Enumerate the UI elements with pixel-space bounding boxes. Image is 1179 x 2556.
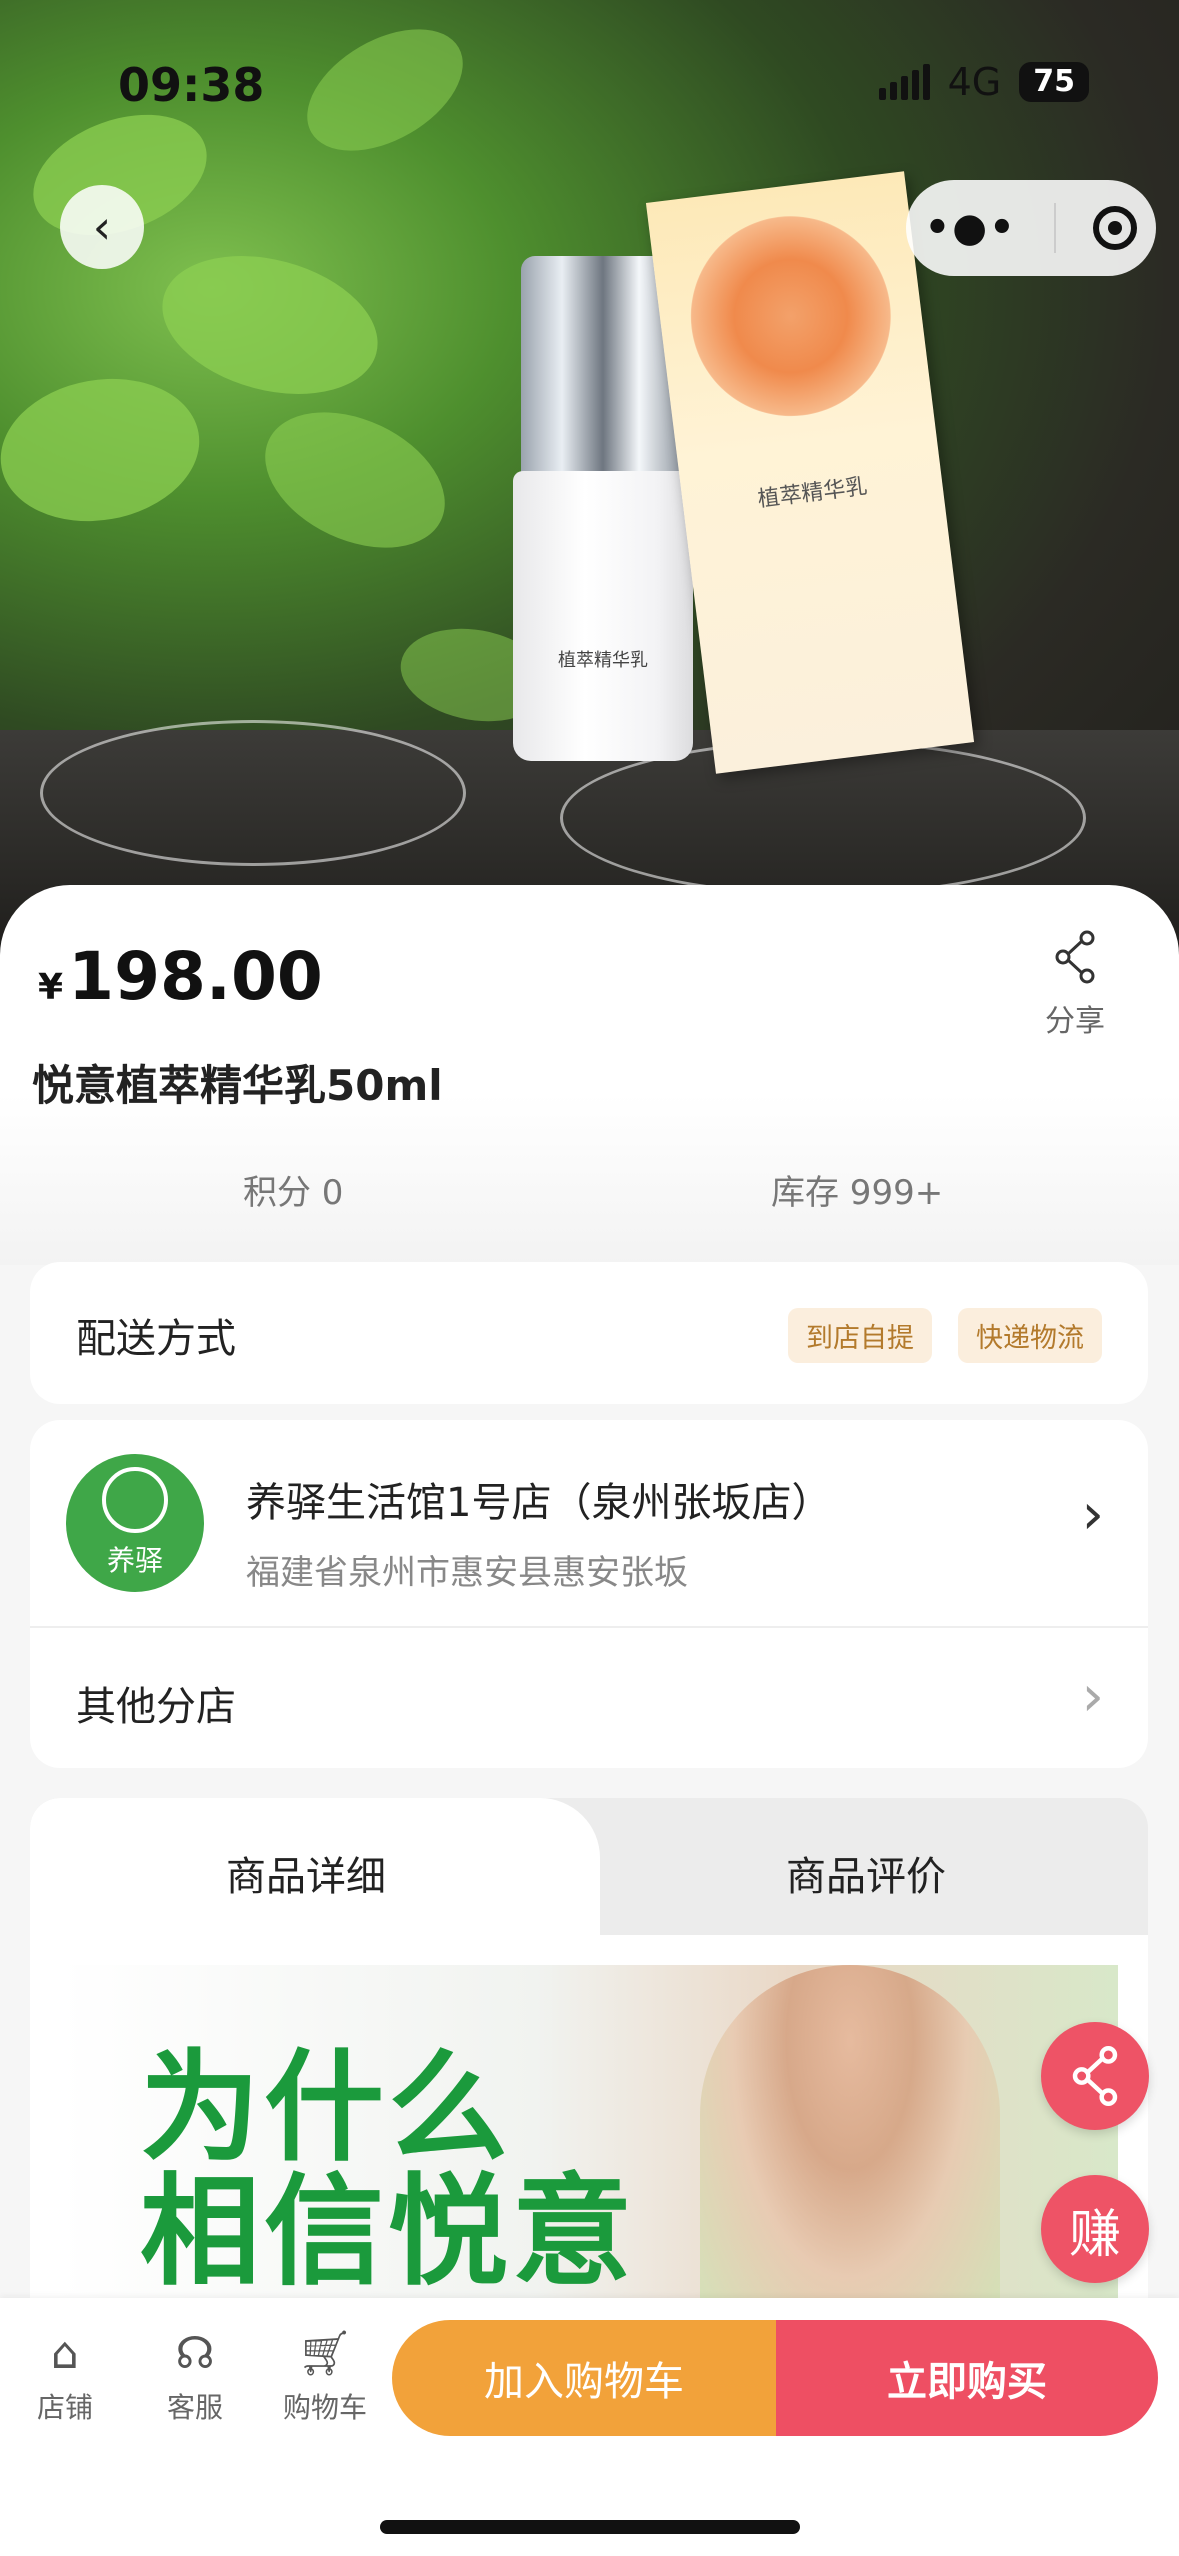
bottom-action-bar: ⌂ 店铺 ☊ 客服 🛒︎ 购物车 加入购物车 立即购买 xyxy=(0,2298,1179,2556)
price-amount: 198.00 xyxy=(68,938,323,1015)
bottle-label-text: 植萃精华乳 xyxy=(558,650,648,671)
cart-icon: 🛒︎ xyxy=(297,2328,353,2379)
water-splash xyxy=(560,740,1086,896)
capsule-divider xyxy=(1054,203,1057,253)
store-card: 养驿 养驿生活馆1号店（泉州张坂店） 福建省泉州市惠安县惠安张坂 › 其他分店 … xyxy=(30,1420,1148,1768)
price: ¥ 198.00 xyxy=(38,938,323,1015)
nav-shop[interactable]: ⌂ 店铺 xyxy=(10,2326,120,2426)
nav-cart-label: 购物车 xyxy=(282,2391,367,2424)
delivery-option-pickup[interactable]: 到店自提 xyxy=(788,1308,932,1363)
points-value: 积分 0 xyxy=(243,1173,344,1213)
other-stores-label: 其他分店 xyxy=(76,1684,236,1730)
leaf-logo-icon xyxy=(102,1467,168,1533)
banner-person-image xyxy=(700,1965,1000,2345)
nav-shop-label: 店铺 xyxy=(36,2391,93,2424)
share-label: 分享 xyxy=(1045,1004,1105,1039)
box-label-text: 植萃精华乳 xyxy=(756,474,869,513)
mini-program-capsule: •●• xyxy=(906,180,1156,276)
delivery-card: 配送方式 到店自提 快递物流 xyxy=(30,1262,1148,1404)
status-indicators: 4G 75 xyxy=(878,60,1089,104)
more-icon[interactable]: •●• xyxy=(925,205,1017,251)
product-hero-image: 植萃精华乳 植萃精华乳 xyxy=(0,0,1179,960)
headset-icon: ☊ xyxy=(175,2328,215,2379)
earn-label: 赚 xyxy=(1068,2204,1121,2265)
water-splash xyxy=(40,720,466,866)
store-name: 养驿生活馆1号店（泉州张坂店） xyxy=(246,1480,832,1526)
share-button[interactable]: 分享 xyxy=(1040,930,1110,1040)
buy-now-button[interactable]: 立即购买 xyxy=(776,2320,1158,2436)
tab-reviews[interactable]: 商品评价 xyxy=(786,1844,946,1902)
floating-share-button[interactable] xyxy=(1041,2022,1149,2130)
signal-icon xyxy=(878,64,930,100)
delivery-label: 配送方式 xyxy=(76,1316,236,1362)
status-time: 09:38 xyxy=(118,58,265,112)
stock-value: 库存 999+ xyxy=(771,1173,944,1213)
nav-service[interactable]: ☊ 客服 xyxy=(140,2326,250,2426)
detail-tabs: 商品详细 商品评价 xyxy=(30,1798,1148,1938)
add-to-cart-button[interactable]: 加入购物车 xyxy=(392,2320,776,2436)
other-stores-row[interactable]: 其他分店 › xyxy=(30,1628,1148,1768)
leaf-shape xyxy=(286,4,484,176)
nav-cart[interactable]: 🛒︎ 购物车 xyxy=(270,2326,380,2426)
banner-headline: 为什么 相信悦意 xyxy=(140,2047,636,2295)
store-logo: 养驿 xyxy=(66,1454,204,1592)
rose-illustration xyxy=(679,204,903,428)
banner-line-2: 相信悦意 xyxy=(140,2163,636,2302)
home-icon: ⌂ xyxy=(51,2328,79,2379)
chevron-left-icon: ‹ xyxy=(92,200,112,254)
detail-banner-image: 为什么 相信悦意 xyxy=(60,1965,1118,2345)
leaf-shape xyxy=(243,385,467,575)
store-logo-text: 养驿 xyxy=(106,1544,163,1577)
share-icon xyxy=(1072,2046,1118,2106)
share-icon xyxy=(1055,930,1095,984)
back-button[interactable]: ‹ xyxy=(60,185,144,269)
detail-content: 为什么 相信悦意 xyxy=(30,1935,1148,2345)
leaf-shape xyxy=(146,233,394,417)
earn-button[interactable]: 赚 xyxy=(1041,2175,1149,2283)
chevron-right-icon: › xyxy=(1081,1664,1104,1729)
bottle-body xyxy=(513,471,693,761)
banner-line-1: 为什么 xyxy=(140,2039,512,2178)
home-indicator xyxy=(380,2520,800,2534)
tab-detail-label: 商品详细 xyxy=(226,1854,386,1900)
product-title: 悦意植萃精华乳50ml xyxy=(32,1061,443,1110)
store-address: 福建省泉州市惠安县惠安张坂 xyxy=(246,1553,688,1593)
close-program-icon[interactable] xyxy=(1093,206,1138,250)
network-label: 4G xyxy=(947,60,1002,104)
battery-icon: 75 xyxy=(1019,62,1089,102)
store-row[interactable]: 养驿 养驿生活馆1号店（泉州张坂店） 福建省泉州市惠安县惠安张坂 › xyxy=(30,1420,1148,1626)
chevron-right-icon: › xyxy=(1081,1482,1104,1547)
delivery-options: 到店自提 快递物流 xyxy=(762,1308,1102,1363)
leaf-shape xyxy=(0,363,211,537)
nav-service-label: 客服 xyxy=(166,2391,223,2424)
currency-symbol: ¥ xyxy=(38,967,64,1008)
delivery-option-express[interactable]: 快递物流 xyxy=(958,1308,1102,1363)
